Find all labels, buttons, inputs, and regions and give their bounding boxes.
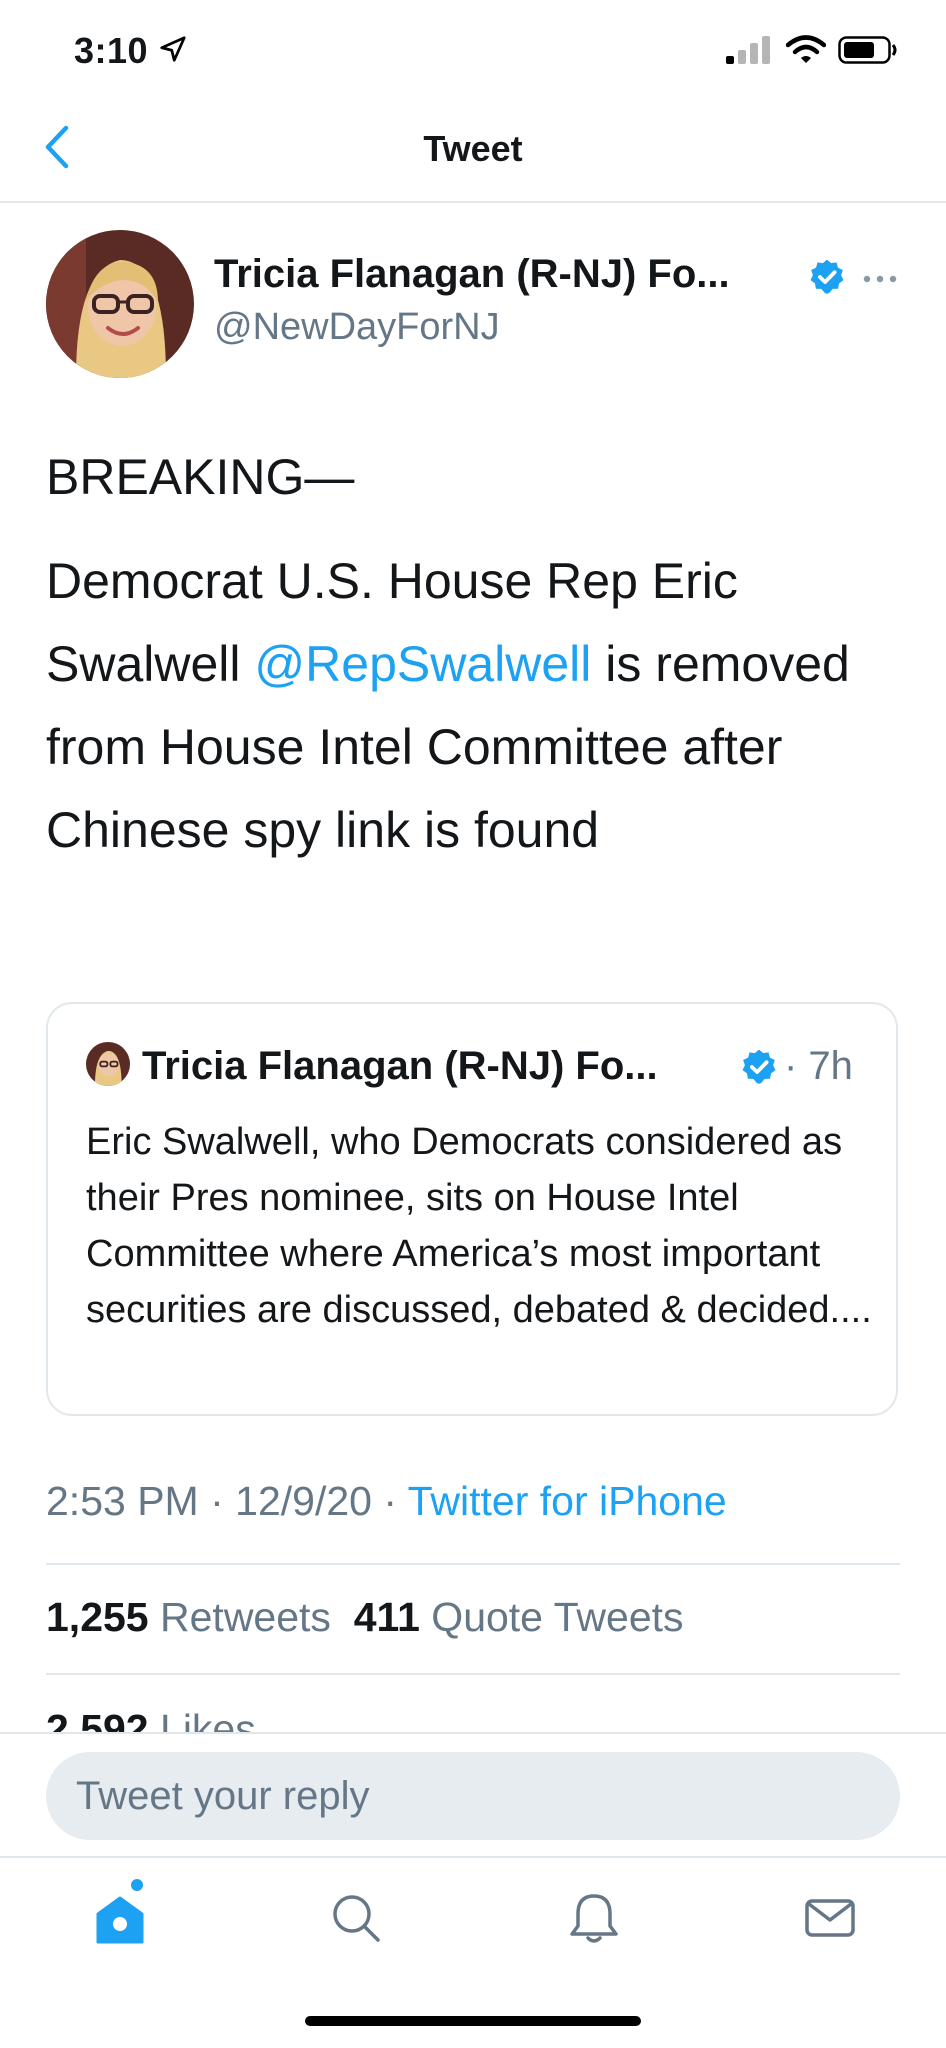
avatar-image — [46, 230, 194, 378]
more-options-icon[interactable] — [862, 274, 898, 284]
mention-link[interactable]: @RepSwalwell — [254, 636, 591, 692]
source-link[interactable]: Twitter for iPhone — [408, 1478, 727, 1524]
avatar-image — [86, 1042, 130, 1086]
tweet-text-line-1: BREAKING— — [46, 449, 355, 505]
tweet-text-paragraph: Democrat U.S. House Rep Eric Swalwell @R… — [46, 540, 916, 872]
status-time: 3:10 — [74, 30, 149, 71]
quoted-tweet-text: Eric Swalwell, who Democrats considered … — [86, 1121, 872, 1331]
quoted-tweet-card[interactable]: Tricia Flanagan (R-NJ) Fo... · 7h Eric S… — [46, 1002, 898, 1416]
search-icon[interactable] — [328, 1890, 384, 1946]
tweet-meta: 2:53 PM · 12/9/20 · Twitter for iPhone — [46, 1478, 727, 1525]
author-handle[interactable]: @NewDayForNJ — [214, 306, 500, 349]
engagement-stats: 1,255 Retweets 411 Quote Tweets — [46, 1594, 684, 1641]
retweets-count: 1,255 — [46, 1594, 149, 1640]
tweet-time: 2:53 PM — [46, 1478, 199, 1524]
battery-icon — [838, 36, 897, 64]
divider — [46, 1563, 900, 1565]
quote-tweets-link[interactable]: Quote Tweets — [431, 1594, 683, 1640]
new-content-indicator — [131, 1879, 143, 1891]
notifications-icon[interactable] — [566, 1890, 622, 1946]
quoted-tweet-time: · 7h — [784, 1044, 853, 1088]
messages-icon[interactable] — [802, 1890, 858, 1946]
nav-divider — [0, 201, 946, 203]
quoted-author-name: Tricia Flanagan (R-NJ) Fo... — [142, 1044, 658, 1088]
reply-input[interactable]: Tweet your reply — [46, 1752, 900, 1840]
verified-badge-icon — [810, 259, 844, 294]
tweet-text: BREAKING— Democrat U.S. House Rep Eric S… — [46, 436, 916, 872]
divider — [46, 1673, 900, 1675]
location-arrow-icon — [160, 36, 186, 62]
meta-separator: · — [371, 1478, 408, 1524]
verified-badge-icon — [742, 1049, 776, 1084]
quote-tweets-count: 411 — [353, 1594, 420, 1640]
retweets-link[interactable]: Retweets — [160, 1594, 331, 1640]
author-name[interactable]: Tricia Flanagan (R-NJ) Fo... — [214, 252, 730, 297]
cellular-signal-icon — [726, 36, 770, 64]
tweet-date: 12/9/20 — [235, 1478, 372, 1524]
home-indicator — [305, 2016, 641, 2026]
page-title: Tweet — [423, 128, 523, 169]
home-icon[interactable] — [92, 1890, 148, 1946]
meta-separator: · — [198, 1478, 236, 1524]
wifi-icon — [786, 35, 826, 63]
quoted-author-avatar — [86, 1042, 130, 1086]
author-avatar[interactable] — [46, 230, 194, 378]
